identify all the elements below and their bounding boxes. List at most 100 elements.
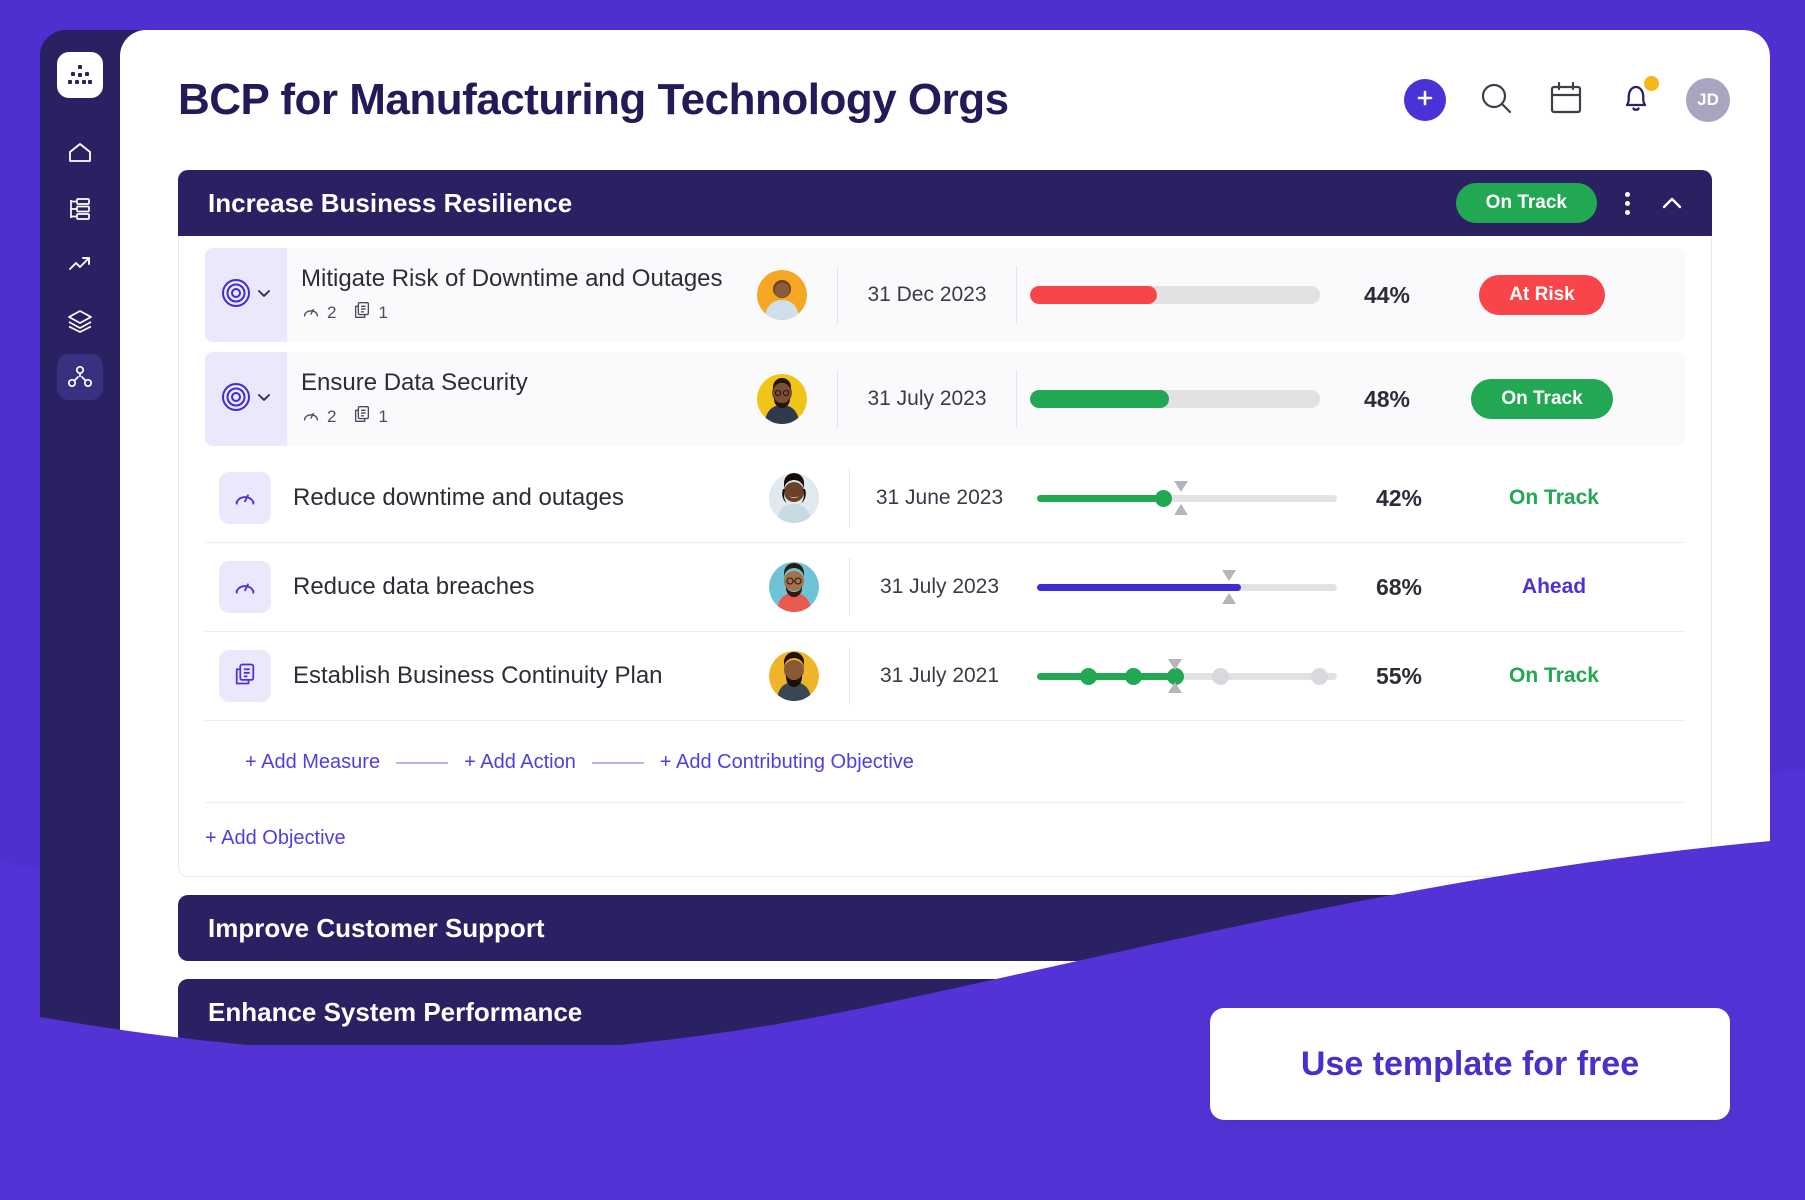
- objective-row: Ensure Data Security 2 1 31 July 2023 48…: [205, 352, 1685, 446]
- objective-text: Ensure Data Security 2 1: [287, 369, 757, 429]
- measure-name: Establish Business Continuity Plan: [293, 662, 663, 689]
- goal-list: Increase Business Resilience On Track Mi…: [120, 170, 1770, 1045]
- project-icon: [352, 300, 372, 325]
- slider-filled: [1036, 584, 1241, 591]
- measure-row: Reduce data breaches 31 July 2023 68% Ah…: [205, 543, 1685, 632]
- project-icon: [232, 661, 258, 692]
- milestone-dot-pending[interactable]: [1211, 668, 1229, 685]
- add-button[interactable]: [1404, 79, 1446, 121]
- measure-row: Establish Business Continuity Plan 31 Ju…: [205, 632, 1685, 721]
- notifications-button[interactable]: [1616, 75, 1659, 123]
- slider-filled: [1036, 673, 1175, 680]
- actions-count: 1: [352, 404, 388, 429]
- owner-avatar[interactable]: [757, 270, 807, 320]
- add-links-row: + Add Measure + Add Action + Add Contrib…: [205, 721, 1685, 803]
- slider-filled: [1036, 495, 1163, 502]
- objective-expand-toggle[interactable]: [205, 248, 287, 342]
- chevron-down-icon: [255, 388, 273, 411]
- add-measure-link[interactable]: + Add Measure: [245, 751, 380, 774]
- use-template-button[interactable]: Use template for free: [1210, 1008, 1730, 1120]
- gauge-icon: [301, 300, 321, 325]
- progress-track: [1029, 390, 1320, 408]
- app-logo-icon: [67, 62, 93, 88]
- objective-name: Mitigate Risk of Downtime and Outages: [301, 265, 723, 292]
- status-badge[interactable]: At Risk: [1479, 275, 1605, 315]
- chevron-up-icon[interactable]: [1658, 189, 1686, 217]
- app-window: BCP for Manufacturing Technology Orgs JD…: [40, 30, 1770, 1045]
- measure-status: On Track: [1509, 664, 1599, 687]
- progress-slider[interactable]: [1036, 481, 1337, 515]
- goal-menu-button[interactable]: [1617, 188, 1638, 219]
- milestone-dot-done[interactable]: [1079, 668, 1097, 685]
- status-badge[interactable]: On Track: [1455, 183, 1597, 223]
- sidebar-item-analytics[interactable]: [57, 242, 103, 288]
- progress-slider[interactable]: [1036, 570, 1337, 604]
- divider: [396, 761, 449, 764]
- objective-date: 31 July 2023: [837, 370, 1017, 428]
- measure-date: 31 June 2023: [849, 469, 1029, 527]
- trend-up-icon: [65, 250, 95, 280]
- slider-target-marker: [1221, 570, 1236, 604]
- milestone-dot-pending[interactable]: [1310, 668, 1328, 685]
- measures-count: 2: [301, 300, 336, 325]
- actions-count: 1: [352, 300, 388, 325]
- goal-header[interactable]: Improve Customer Support: [178, 895, 1712, 961]
- calendar-button[interactable]: [1546, 78, 1586, 123]
- gauge-icon: [232, 483, 258, 514]
- owner-avatar[interactable]: [769, 473, 819, 523]
- org-chart-icon: [65, 194, 95, 224]
- sidebar-item-logo[interactable]: [57, 52, 103, 98]
- objective-text: Mitigate Risk of Downtime and Outages 2 …: [287, 265, 757, 325]
- milestone-slider[interactable]: [1036, 659, 1337, 693]
- goal-body: Mitigate Risk of Downtime and Outages 2 …: [178, 236, 1712, 877]
- home-icon: [65, 138, 95, 168]
- measure-icon-button[interactable]: [219, 561, 271, 613]
- measure-icon-button[interactable]: [219, 650, 271, 702]
- add-contributing-objective-link[interactable]: + Add Contributing Objective: [660, 751, 914, 774]
- objective-expand-toggle[interactable]: [205, 352, 287, 446]
- slider-target-marker: [1167, 659, 1182, 693]
- owner-avatar[interactable]: [769, 651, 819, 701]
- slider-target-marker: [1173, 481, 1188, 515]
- measure-slider-cell: [1029, 659, 1344, 693]
- avatar[interactable]: JD: [1686, 78, 1730, 122]
- owner-avatar[interactable]: [757, 374, 807, 424]
- measure-name: Reduce downtime and outages: [293, 484, 624, 511]
- sidebar-item-home[interactable]: [57, 130, 103, 176]
- gauge-icon: [232, 572, 258, 603]
- slider-thumb[interactable]: [1154, 490, 1172, 507]
- add-action-link[interactable]: + Add Action: [464, 751, 576, 774]
- network-nodes-icon: [65, 362, 95, 392]
- sidebar-item-strategy-map[interactable]: [57, 354, 103, 400]
- status-badge[interactable]: On Track: [1471, 379, 1613, 419]
- sidebar: [40, 30, 120, 1045]
- progress-fill: [1029, 390, 1169, 408]
- objective-name: Ensure Data Security: [301, 369, 528, 396]
- progress-track: [1029, 286, 1320, 304]
- measure-progress-value: 42%: [1375, 484, 1423, 511]
- notification-badge: [1644, 75, 1659, 91]
- progress-fill: [1029, 286, 1158, 304]
- add-objective-link[interactable]: + Add Objective: [205, 827, 346, 849]
- add-objective-row: + Add Objective: [179, 803, 1711, 876]
- measure-name: Reduce data breaches: [293, 573, 535, 600]
- measures-count: 2: [301, 404, 336, 429]
- measure-slider-cell: [1029, 481, 1344, 515]
- measure-progress-value: 68%: [1375, 573, 1423, 600]
- search-button[interactable]: [1476, 78, 1516, 123]
- goal-title: Increase Business Resilience: [208, 187, 573, 218]
- objective-date: 31 Dec 2023: [837, 266, 1017, 324]
- measure-slider-cell: [1029, 570, 1344, 604]
- objective-meta: 2 1: [301, 404, 757, 429]
- measure-progress-value: 55%: [1375, 662, 1423, 689]
- layers-icon: [65, 306, 95, 336]
- sidebar-item-layers[interactable]: [57, 298, 103, 344]
- sidebar-item-reports[interactable]: [57, 186, 103, 232]
- goal-title: Enhance System Performance: [208, 996, 583, 1027]
- calendar-icon: [1546, 78, 1586, 123]
- measure-icon-button[interactable]: [219, 472, 271, 524]
- milestone-dot-done[interactable]: [1124, 668, 1142, 685]
- goal-header[interactable]: Increase Business Resilience On Track: [178, 170, 1712, 236]
- owner-avatar[interactable]: [769, 562, 819, 612]
- target-icon: [219, 380, 253, 419]
